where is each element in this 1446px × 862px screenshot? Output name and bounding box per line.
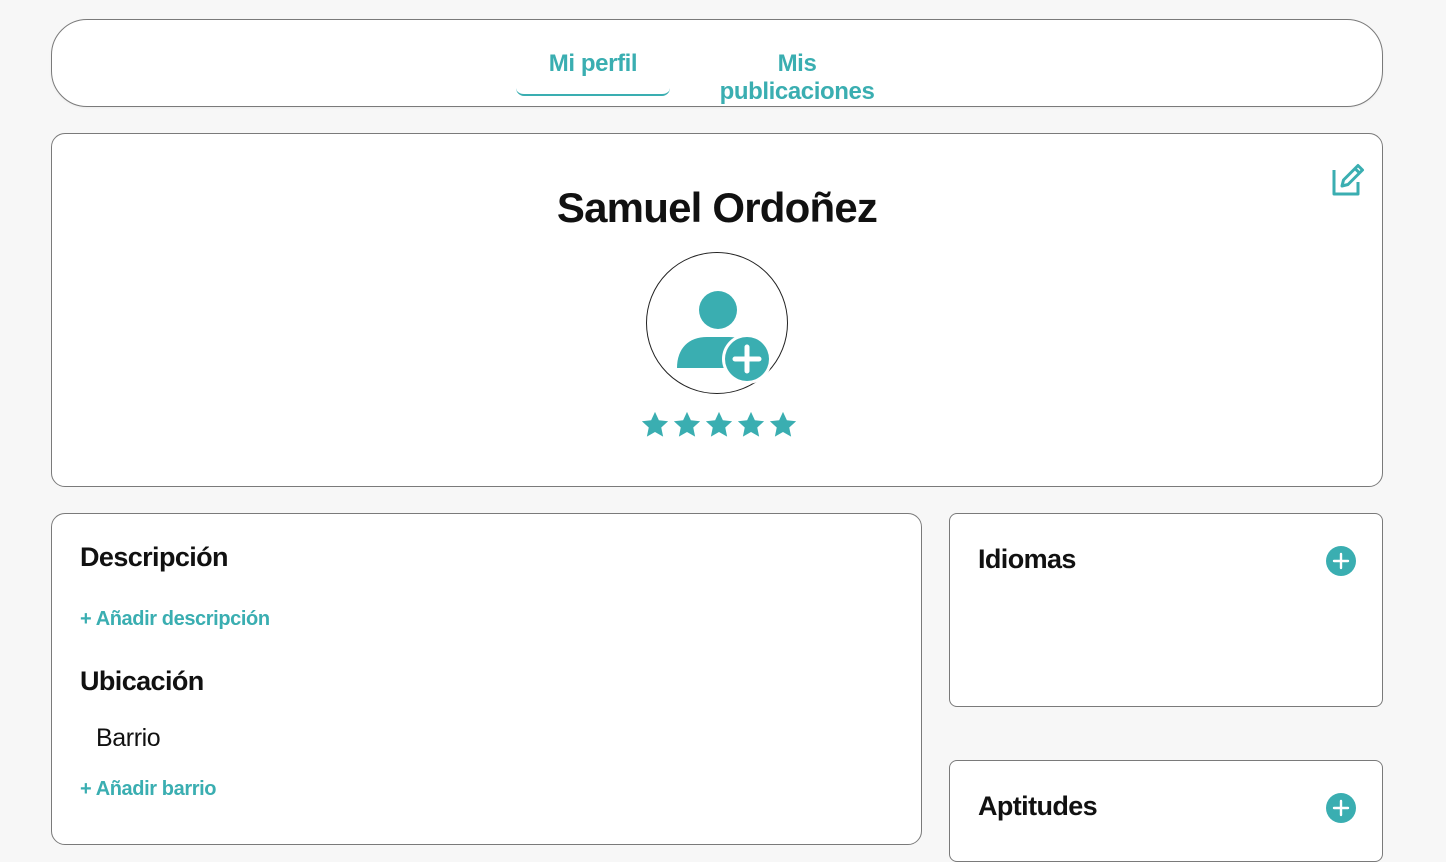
skills-card: Aptitudes	[949, 760, 1383, 862]
star-icon	[641, 411, 669, 437]
languages-card: Idiomas	[949, 513, 1383, 707]
details-card: Descripción + Añadir descripción Ubicaci…	[51, 513, 922, 845]
profile-name: Samuel Ordoñez	[556, 184, 878, 231]
neighborhood-label: Barrio	[96, 724, 161, 752]
tab-my-profile[interactable]: Mi perfil	[516, 50, 670, 96]
languages-title: Idiomas	[978, 544, 1076, 574]
star-icon	[737, 411, 765, 437]
star-icon	[673, 411, 701, 437]
location-title: Ubicación	[80, 666, 204, 696]
edit-icon[interactable]	[1330, 162, 1366, 198]
add-skill-icon[interactable]	[1326, 793, 1356, 823]
add-description-link[interactable]: + Añadir descripción	[80, 608, 270, 631]
profile-tabs: Mi perfil Mis publicaciones	[51, 19, 1383, 107]
add-neighborhood-link[interactable]: + Añadir barrio	[80, 778, 216, 801]
avatar[interactable]	[646, 252, 788, 394]
tab-my-posts[interactable]: Mis publicaciones	[702, 50, 892, 105]
star-icon	[769, 411, 797, 437]
description-title: Descripción	[80, 542, 229, 572]
star-icon	[705, 411, 733, 437]
profile-card: Samuel Ordoñez	[51, 133, 1383, 487]
add-user-icon	[677, 291, 772, 384]
rating-stars	[640, 410, 800, 442]
add-language-icon[interactable]	[1326, 546, 1356, 576]
skills-title: Aptitudes	[978, 791, 1098, 821]
